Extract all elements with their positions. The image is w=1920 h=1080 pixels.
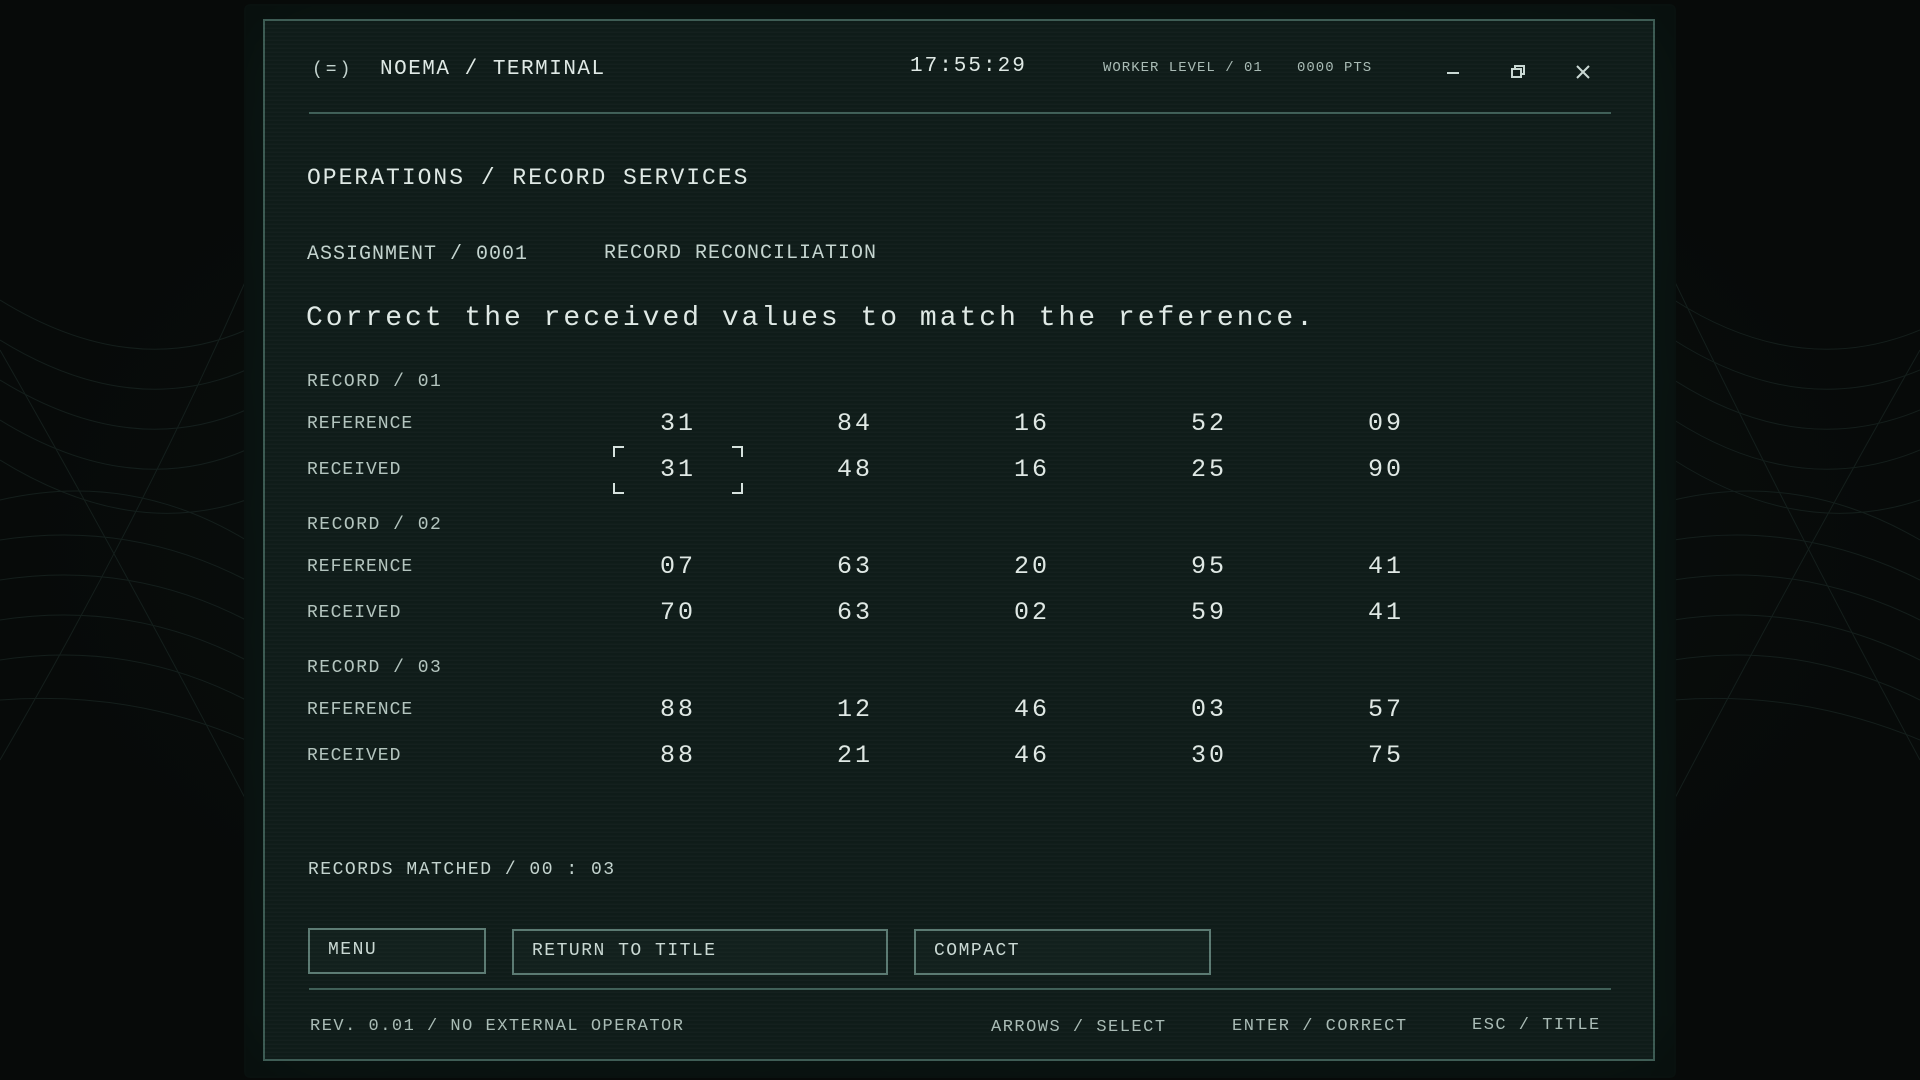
selection-bracket bbox=[732, 483, 743, 494]
instruction-text: Correct the received values to match the… bbox=[306, 303, 1316, 334]
close-button[interactable] bbox=[1568, 57, 1598, 87]
reference-value: 31 bbox=[659, 409, 696, 438]
selection-bracket bbox=[732, 446, 743, 457]
record-label: RECORD / 01 bbox=[307, 372, 443, 392]
reference-value: 95 bbox=[1190, 552, 1227, 581]
minimize-button[interactable] bbox=[1438, 57, 1468, 87]
received-value-cell[interactable]: 88 bbox=[638, 741, 718, 770]
received-value-cell[interactable]: 02 bbox=[992, 598, 1072, 627]
assignment-id: ASSIGNMENT / 0001 bbox=[307, 243, 529, 266]
selection-cursor bbox=[613, 446, 743, 494]
reference-value: 88 bbox=[659, 695, 696, 724]
reference-value: 57 bbox=[1367, 695, 1404, 724]
reference-row-label: REFERENCE bbox=[307, 557, 414, 577]
reference-value: 84 bbox=[836, 409, 873, 438]
reference-value: 03 bbox=[1190, 695, 1227, 724]
reference-value: 20 bbox=[1013, 552, 1050, 581]
received-value-cell[interactable]: 90 bbox=[1346, 455, 1426, 484]
reference-value: 52 bbox=[1190, 409, 1227, 438]
logo-icon: (=) bbox=[312, 60, 354, 80]
received-value-cell[interactable]: 75 bbox=[1346, 741, 1426, 770]
breadcrumb: OPERATIONS / RECORD SERVICES bbox=[307, 165, 750, 191]
received-value-cell[interactable]: 48 bbox=[815, 455, 895, 484]
assignment-name: RECORD RECONCILIATION bbox=[604, 242, 878, 265]
received-value-cell[interactable]: 25 bbox=[1169, 455, 1249, 484]
revision-text: REV. 0.01 / NO EXTERNAL OPERATOR bbox=[310, 1017, 685, 1036]
worker-level: WORKER LEVEL / 01 bbox=[1103, 60, 1263, 76]
received-value-cell[interactable]: 30 bbox=[1169, 741, 1249, 770]
reference-value: 41 bbox=[1367, 552, 1404, 581]
received-row-label: RECEIVED bbox=[307, 460, 402, 480]
received-value-cell[interactable]: 21 bbox=[815, 741, 895, 770]
points-counter: 0000 PTS bbox=[1297, 60, 1373, 76]
reference-value: 07 bbox=[659, 552, 696, 581]
window-title: NOEMA / TERMINAL bbox=[380, 58, 606, 81]
reference-value: 16 bbox=[1013, 409, 1050, 438]
records-matched-status: RECORDS MATCHED / 00 : 03 bbox=[308, 860, 616, 880]
hint-title: ESC / TITLE bbox=[1472, 1016, 1601, 1035]
received-value-cell[interactable]: 41 bbox=[1346, 598, 1426, 627]
compact-button[interactable]: COMPACT bbox=[914, 929, 1211, 975]
hint-correct: ENTER / CORRECT bbox=[1232, 1017, 1408, 1036]
reference-value: 12 bbox=[836, 695, 873, 724]
received-value-cell[interactable]: 16 bbox=[992, 455, 1072, 484]
received-value-cell[interactable]: 59 bbox=[1169, 598, 1249, 627]
footer-divider bbox=[309, 988, 1611, 990]
titlebar-divider bbox=[309, 112, 1611, 114]
reference-row-label: REFERENCE bbox=[307, 700, 414, 720]
reference-value: 09 bbox=[1367, 409, 1404, 438]
minimize-icon bbox=[1447, 72, 1459, 74]
selection-bracket bbox=[613, 483, 624, 494]
reference-row-label: REFERENCE bbox=[307, 414, 414, 434]
restore-button[interactable] bbox=[1503, 57, 1533, 87]
received-value-cell[interactable]: 46 bbox=[992, 741, 1072, 770]
reference-value: 63 bbox=[836, 552, 873, 581]
received-row-label: RECEIVED bbox=[307, 746, 402, 766]
menu-button[interactable]: MENU bbox=[308, 928, 486, 974]
reference-value: 46 bbox=[1013, 695, 1050, 724]
received-value-cell[interactable]: 63 bbox=[815, 598, 895, 627]
restore-icon bbox=[1511, 65, 1525, 78]
return-to-title-button[interactable]: RETURN TO TITLE bbox=[512, 929, 888, 975]
received-row-label: RECEIVED bbox=[307, 603, 402, 623]
clock: 17:55:29 bbox=[910, 55, 1027, 78]
record-label: RECORD / 03 bbox=[307, 658, 443, 678]
received-value-cell[interactable]: 70 bbox=[638, 598, 718, 627]
hint-select: ARROWS / SELECT bbox=[991, 1018, 1167, 1037]
record-label: RECORD / 02 bbox=[307, 515, 443, 535]
close-icon bbox=[1576, 65, 1590, 79]
selection-bracket bbox=[613, 446, 624, 457]
